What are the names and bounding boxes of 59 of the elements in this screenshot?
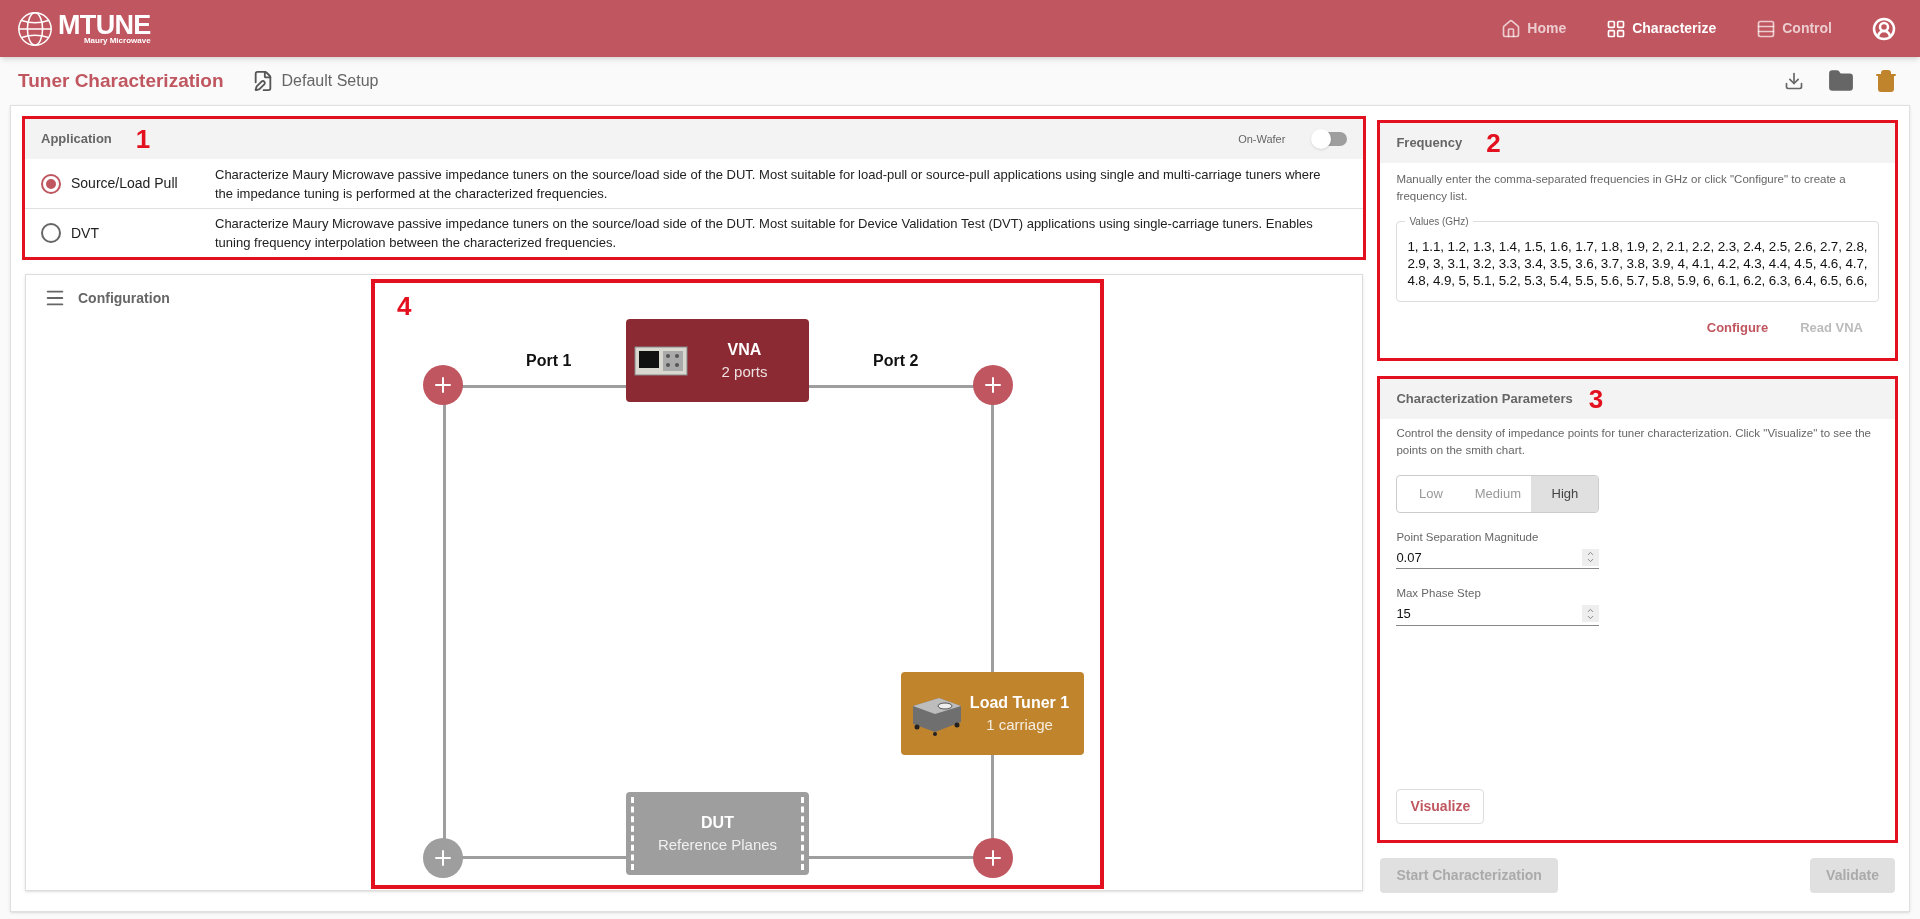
- card-title: Application: [41, 130, 112, 149]
- field-label: Max Phase Step: [1396, 586, 1482, 602]
- radio-option[interactable]: DVT: [41, 222, 215, 244]
- node-subtitle: 2 ports: [721, 361, 768, 382]
- on-wafer-switch[interactable]: [1313, 132, 1348, 146]
- number-field[interactable]: 15: [1396, 602, 1600, 626]
- callout-number: 3: [1588, 386, 1604, 412]
- nav-link[interactable]: Characterize: [1606, 18, 1717, 39]
- radio-option[interactable]: Source/Load Pull: [41, 173, 215, 194]
- option-description: Characterize Maury Microwave passive impedance tuners on the source/load side of the DUT. Most suitable for load-pull or source-pull applications using single and multi-carriage tuners where the impedance tuning is performed at the characterized frequencies.: [215, 165, 1322, 203]
- callout-number: 2: [1486, 130, 1501, 156]
- add-button[interactable]: [423, 365, 463, 405]
- node-title: VNA: [727, 339, 762, 360]
- tuner-node[interactable]: Load Tuner 1 1 carriage: [901, 672, 1084, 755]
- card-title: Characterization Parameters: [1396, 390, 1573, 409]
- panel-title: Configuration: [78, 288, 170, 308]
- card-title: Frequency: [1396, 134, 1463, 153]
- spinner-icon[interactable]: [1582, 605, 1600, 622]
- globe-logo-icon: [16, 9, 54, 48]
- page-title: Tuner Characterization: [18, 68, 224, 93]
- grid-icon: [1606, 18, 1627, 39]
- add-button[interactable]: [973, 365, 1013, 405]
- spinner-icon[interactable]: [1582, 548, 1600, 566]
- download-icon[interactable]: [1784, 71, 1804, 91]
- list-icon: [1756, 18, 1777, 39]
- node-subtitle: 1 carriage: [986, 714, 1053, 735]
- callout-number: 4: [397, 291, 412, 321]
- visualize-button[interactable]: Visualize: [1396, 789, 1485, 824]
- number-field[interactable]: 0.07: [1396, 546, 1600, 570]
- account-icon[interactable]: [1872, 16, 1896, 41]
- port-label: Port 1: [526, 351, 572, 371]
- logo-tagline: Maury Microwave: [83, 37, 151, 45]
- field-value: 1, 1.1, 1.2, 1.3, 1.4, 1.5, 1.6, 1.7, 1.8, 1.9, 2, 2.1, 2.2, 2.3, 2.4, 2.5, 2.6, 2.7, 2.8, 2.9, 3, 3.1, 3.2, 3.3, 3.4, 3.5, 3.6, 3.7, 3.8, 3.9, 4, 4.1, 4.2, 4.3, 4.4, 4.5, 4.6, 4.7, 4.8, 4.9, 5, 5.1, 5.2, 5.3, 5.4, 5.5, 5.6, 5.7, 5.8, 5.9, 6, 6.1, 6.2, 6.3, 6.4, 6.5, 6.6,: [1407, 238, 1868, 289]
- folder-icon[interactable]: [1828, 68, 1854, 94]
- nav-link[interactable]: Control: [1756, 18, 1832, 39]
- density-option[interactable]: Low: [1397, 476, 1465, 512]
- setup-name: Default Setup: [281, 71, 379, 91]
- node-title: Load Tuner 1: [969, 692, 1070, 713]
- instrument-node[interactable]: VNA 2 ports: [626, 319, 809, 402]
- logo-text: MTUNE: [58, 12, 151, 39]
- node-subtitle: Reference Planes: [657, 834, 778, 855]
- analyzer-drawing: [634, 345, 688, 376]
- home-icon: [1501, 18, 1522, 39]
- port-label: Port 2: [873, 351, 919, 371]
- dut-node[interactable]: DUT Reference Planes: [626, 792, 809, 875]
- callout-number: 1: [135, 126, 151, 152]
- nav-link[interactable]: Home: [1501, 18, 1567, 39]
- add-button[interactable]: [973, 838, 1013, 878]
- card-description: Control the density of impedance points for tuner characterization. Click "Visualize" to see the points on the smith chart.: [1395, 426, 1872, 458]
- text-button[interactable]: Configure: [1706, 318, 1769, 338]
- trash-icon[interactable]: [1874, 69, 1898, 93]
- node-title: DUT: [701, 812, 734, 833]
- toggle-label: On-Wafer: [1238, 131, 1286, 147]
- field-label: Point Separation Magnitude: [1396, 530, 1540, 545]
- field-label: Values (GHz): [1405, 214, 1473, 229]
- card-description: Manually enter the comma-separated frequencies in GHz or click "Configure" to create a frequency list.: [1395, 172, 1847, 204]
- density-option[interactable]: Medium: [1464, 476, 1532, 512]
- option-description: Characterize Maury Microwave passive impedance tuners on the source/load side of the DUT. Most suitable for Device Validation Test (DVT) applications using single-carriage tuners. Enables tuning frequency interpolation between the characterized frequencies.: [215, 215, 1314, 252]
- density-option[interactable]: High: [1531, 476, 1599, 512]
